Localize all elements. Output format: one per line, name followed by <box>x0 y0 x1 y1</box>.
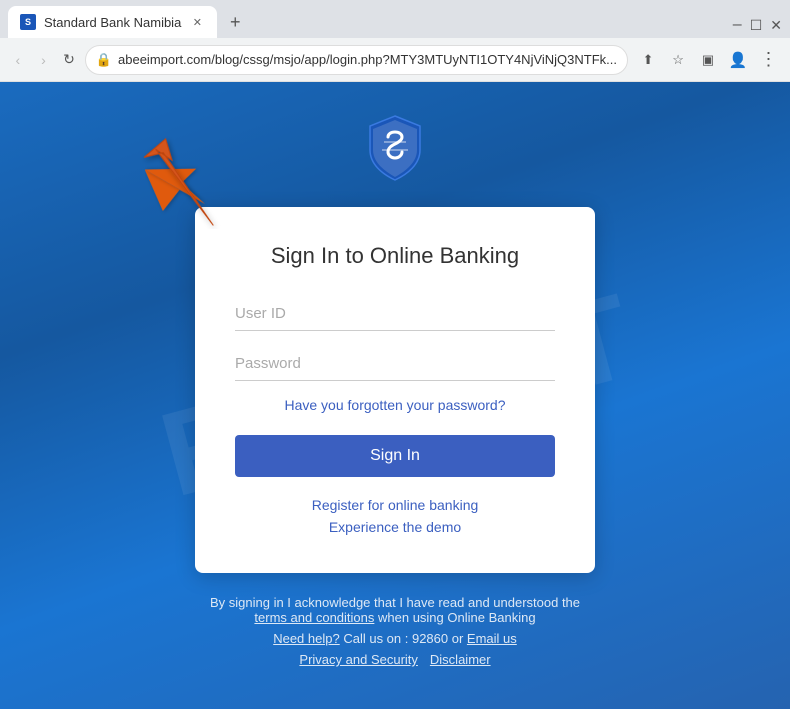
bottom-links: Register for online banking Experience t… <box>235 497 555 535</box>
profile-button[interactable]: 👤 <box>724 46 752 74</box>
forward-button[interactable]: › <box>34 46 54 74</box>
close-icon[interactable]: ✕ <box>770 17 782 34</box>
footer-line-1: By signing in I acknowledge that I have … <box>210 595 580 625</box>
help-link[interactable]: Need help? <box>273 631 340 646</box>
footer-text-3b: when using Online Banking <box>378 610 536 625</box>
tab-bar: S Standard Bank Namibia ✕ + – ☐ ✕ <box>0 0 790 38</box>
address-bar-row: ‹ › ↻ 🔒 abeeimport.com/blog/cssg/msjo/ap… <box>0 38 790 82</box>
lock-icon: 🔒 <box>96 52 112 68</box>
new-tab-button[interactable]: + <box>221 8 249 36</box>
maximize-icon[interactable]: ☐ <box>750 17 763 34</box>
forgot-password-link[interactable]: Have you forgotten your password? <box>284 397 505 413</box>
password-input[interactable] <box>235 347 555 381</box>
demo-link[interactable]: Experience the demo <box>235 519 555 535</box>
privacy-link[interactable]: Privacy and Security <box>299 652 418 667</box>
page-content: REPORT <box>0 82 790 709</box>
terms-link[interactable]: terms and conditions <box>254 610 374 625</box>
minimize-icon[interactable]: – <box>733 16 742 34</box>
login-card: Sign In to Online Banking Have you forgo… <box>195 207 595 573</box>
address-bar[interactable]: 🔒 abeeimport.com/blog/cssg/msjo/app/logi… <box>85 45 628 75</box>
userid-group <box>235 297 555 331</box>
bookmark-button[interactable]: ☆ <box>664 46 692 74</box>
disclaimer-link[interactable]: Disclaimer <box>430 652 491 667</box>
footer-links: Privacy and Security Disclaimer <box>210 652 580 667</box>
userid-input[interactable] <box>235 297 555 331</box>
tab-favicon: S <box>20 14 36 30</box>
bank-logo <box>360 112 430 182</box>
footer-text-1: By signing in I acknowledge that I have … <box>210 595 580 610</box>
forgot-password-link-container: Have you forgotten your password? <box>235 397 555 415</box>
password-group <box>235 347 555 381</box>
email-link[interactable]: Email us <box>467 631 517 646</box>
tab-close-button[interactable]: ✕ <box>189 14 205 30</box>
bank-logo-container <box>360 112 430 187</box>
sign-in-button[interactable]: Sign In <box>235 435 555 477</box>
register-link[interactable]: Register for online banking <box>235 497 555 513</box>
sidebar-toggle-button[interactable]: ▣ <box>694 46 722 74</box>
tab-title: Standard Bank Namibia <box>44 15 181 30</box>
active-tab[interactable]: S Standard Bank Namibia ✕ <box>8 6 217 38</box>
menu-button[interactable]: ⋮ <box>754 46 782 74</box>
browser-window: S Standard Bank Namibia ✕ + – ☐ ✕ ‹ › ↻ … <box>0 0 790 709</box>
refresh-button[interactable]: ↻ <box>59 46 79 74</box>
address-actions: ⬆ ☆ ▣ 👤 ⋮ <box>634 46 782 74</box>
url-text: abeeimport.com/blog/cssg/msjo/app/login.… <box>118 52 617 67</box>
share-button[interactable]: ⬆ <box>634 46 662 74</box>
page-footer: By signing in I acknowledge that I have … <box>190 595 600 667</box>
login-title: Sign In to Online Banking <box>235 243 555 269</box>
back-button[interactable]: ‹ <box>8 46 28 74</box>
footer-line-2: Need help? Call us on : 92860 or Email u… <box>210 631 580 646</box>
call-text: Call us on : 92860 or <box>343 631 463 646</box>
